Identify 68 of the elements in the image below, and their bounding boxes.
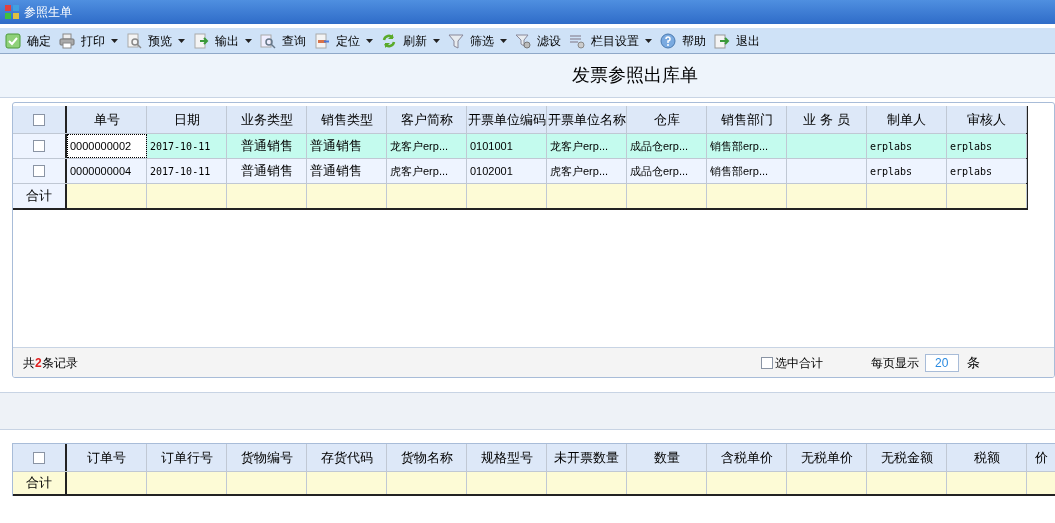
table-row[interactable]: 0000000002 2017-10-11 普通销售 普通销售 龙客户erp... 0101001 龙客户erp... 成品仓erp... 销售部erp... erplabs erplabs: [13, 133, 1026, 158]
page-size-field[interactable]: 20: [924, 353, 959, 372]
toolbar-button[interactable]: 帮助: [659, 29, 707, 52]
select-all-checkbox[interactable]: [33, 113, 45, 126]
caret-icon[interactable]: [366, 38, 373, 43]
row-checkbox[interactable]: [33, 140, 45, 152]
table-cell-text: 普通销售: [310, 162, 362, 181]
help-icon: [660, 32, 676, 49]
toolbar-button[interactable]: 预览: [125, 29, 186, 52]
unit-label: 条: [966, 353, 980, 372]
toolbar-button[interactable]: 查询: [259, 29, 307, 52]
table-cell-text: 成品仓erp...: [630, 138, 689, 154]
table-cell-text: erplabs: [870, 164, 913, 179]
funnel-icon: [448, 32, 464, 49]
caret-icon[interactable]: [500, 38, 507, 43]
table-cell-text: 成品仓erp...: [630, 163, 689, 179]
table-cell-text: 0101001: [470, 138, 513, 154]
printer-icon: [59, 32, 75, 49]
list-gear-icon: [569, 32, 585, 49]
table-cell-text: erplabs: [950, 139, 993, 154]
toolbar-button[interactable]: 筛选: [447, 29, 508, 52]
table-cell-text: 龙客户erp...: [550, 138, 609, 154]
refresh-icon: [381, 32, 397, 49]
table-cell-text: 普通销售: [310, 137, 362, 156]
table-cell-text: 0000000002: [70, 138, 132, 154]
record-count: 共2条记录: [23, 354, 78, 372]
total-label: 合计: [26, 187, 52, 206]
search-icon: [260, 32, 276, 49]
total-label: 合计: [26, 474, 52, 493]
caret-icon[interactable]: [433, 38, 440, 43]
table-cell-text: 2017-10-11: [150, 139, 211, 154]
table-cell-text: 虎客户erp...: [550, 163, 609, 179]
toolbar-button[interactable]: 定位: [313, 29, 374, 52]
caret-icon[interactable]: [245, 38, 252, 43]
toolbar-button[interactable]: 栏目设置: [568, 29, 653, 52]
table-row[interactable]: 0000000004 2017-10-11 普通销售 普通销售 虎客户erp... 0102001 虎客户erp... 成品仓erp... 销售部erp... erplabs erplabs: [13, 158, 1026, 183]
check-icon: [5, 32, 21, 49]
table-cell-text: 虎客户erp...: [390, 163, 449, 179]
table-cell-text: 普通销售: [240, 137, 293, 156]
toolbar-button[interactable]: 输出: [192, 29, 253, 52]
checkbox-label: 选中合计: [774, 354, 823, 372]
exit-icon: [714, 32, 730, 49]
toolbar-button[interactable]: 确定: [4, 29, 52, 52]
table-cell-text: 普通销售: [240, 162, 293, 181]
toolbar-button[interactable]: 打印: [58, 29, 119, 52]
caret-icon[interactable]: [178, 38, 185, 43]
table-cell-text: 0000000004: [70, 163, 132, 179]
magnifier-page-icon: [126, 32, 142, 49]
table-cell-text: erplabs: [950, 164, 993, 179]
page-title: 发票参照出库单: [572, 64, 698, 87]
funnel-gear-icon: [515, 32, 531, 49]
table-cell-text: 销售部erp...: [710, 163, 769, 179]
caret-icon[interactable]: [645, 38, 652, 43]
caret-icon[interactable]: [111, 38, 118, 43]
window-title: 参照生单: [24, 4, 72, 21]
app-icon: [4, 4, 20, 20]
toolbar-button[interactable]: 滤设: [514, 29, 562, 52]
toolbar-button[interactable]: 退出: [713, 29, 761, 52]
table-cell-text: erplabs: [870, 139, 913, 154]
toolbar-button[interactable]: 刷新: [380, 29, 441, 52]
table-cell-text: 0102001: [470, 163, 513, 179]
page-size-label: 每页显示: [870, 354, 919, 372]
table-cell-text: 销售部erp...: [710, 138, 769, 154]
select-all-checkbox[interactable]: [33, 451, 45, 464]
table-cell-text: 龙客户erp...: [390, 138, 449, 154]
table-cell-text: 2017-10-11: [150, 164, 211, 179]
sum-checkbox[interactable]: [760, 356, 773, 369]
row-checkbox[interactable]: [33, 165, 45, 177]
